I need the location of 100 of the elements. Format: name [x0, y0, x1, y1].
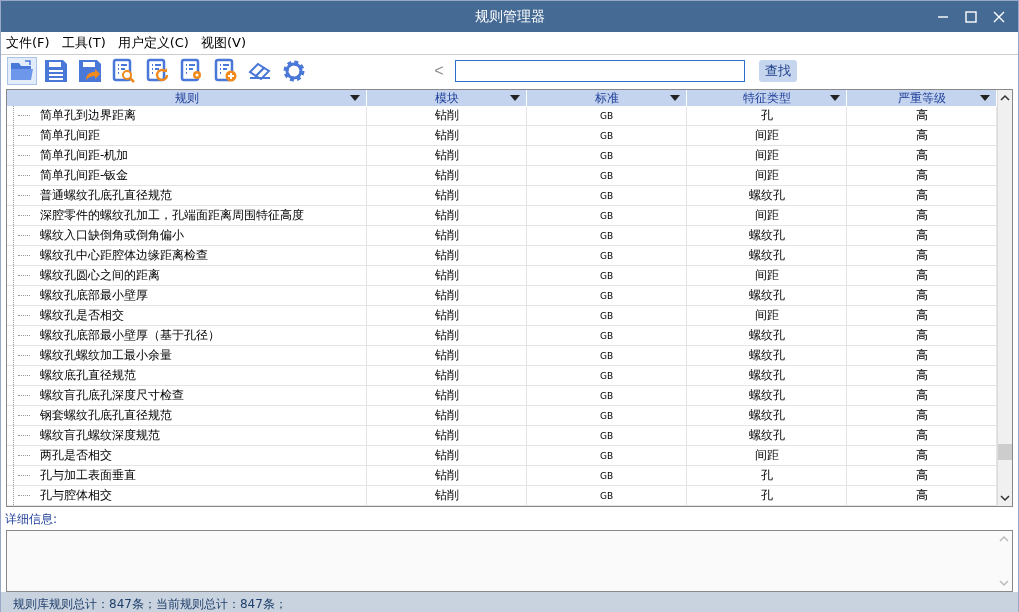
table-cell-text: 简单孔间距-钣金	[39, 167, 129, 184]
search-field[interactable]	[455, 60, 745, 82]
dropdown-arrow-icon[interactable]	[980, 95, 990, 101]
table-cell: 螺纹孔	[687, 366, 847, 385]
table-cell: 钻削	[367, 446, 527, 465]
table-cell-text: 钢套螺纹孔底孔直径规范	[39, 407, 172, 424]
table-cell-text: 孔与腔体相交	[39, 487, 112, 504]
column-header[interactable]: 模块	[367, 90, 527, 107]
table-cell: 钻削	[367, 166, 527, 185]
settings-icon	[281, 58, 307, 84]
table-cell: 孔	[687, 466, 847, 485]
table-cell: GB	[527, 426, 687, 445]
status-text: 规则库规则总计：847条；当前规则总计：847条；	[13, 595, 287, 612]
table-cell: 钻削	[367, 466, 527, 485]
table-cell-text: 简单孔间距	[39, 127, 100, 144]
table-cell: 孔	[687, 486, 847, 505]
table-cell-text: 螺纹底孔直径规范	[39, 367, 136, 384]
back-button[interactable]: <	[429, 62, 449, 80]
details-label: 详细信息:	[4, 511, 59, 528]
table-cell: 间距	[687, 166, 847, 185]
table-cell: 间距	[687, 266, 847, 285]
table-cell-text: 简单孔到边界距离	[39, 107, 136, 124]
window-title: 规则管理器	[474, 7, 545, 26]
table-cell-text: 螺纹入口缺倒角或倒角偏小	[39, 227, 184, 244]
table-cell: 螺纹孔	[687, 326, 847, 345]
table-cell-text: 螺纹盲孔螺纹深度规范	[39, 427, 160, 444]
table-cell: GB	[527, 466, 687, 485]
table-cell: GB	[527, 186, 687, 205]
table-cell: 螺纹孔	[687, 386, 847, 405]
table-cell: 螺纹孔	[687, 186, 847, 205]
table-cell: GB	[527, 386, 687, 405]
scrollbar-thumb[interactable]	[998, 444, 1012, 460]
table-cell: 螺纹孔	[687, 406, 847, 425]
table-cell-text: 深腔零件的螺纹孔加工，孔端面距离周围特征高度	[39, 207, 304, 224]
table-cell: GB	[527, 366, 687, 385]
scroll-up-icon[interactable]	[1000, 93, 1010, 103]
dropdown-arrow-icon[interactable]	[670, 95, 680, 101]
table-cell: GB	[527, 206, 687, 225]
table-cell: GB	[527, 166, 687, 185]
table-cell: 钻削	[367, 366, 527, 385]
table-cell-text: 螺纹孔中心距腔体边缘距离检查	[39, 247, 208, 264]
table-cell: 钻削	[367, 266, 527, 285]
table-cell: GB	[527, 406, 687, 425]
document-add-icon	[213, 58, 239, 84]
table-cell: 螺纹孔	[687, 286, 847, 305]
find-button[interactable]: 查找	[759, 60, 797, 82]
table-cell: GB	[527, 146, 687, 165]
table-cell: 螺纹孔	[687, 226, 847, 245]
document-search-icon	[111, 58, 137, 84]
table-cell: GB	[527, 446, 687, 465]
column-header[interactable]: 规则	[7, 90, 367, 107]
table-cell: 螺纹孔	[687, 426, 847, 445]
table-cell-text: 螺纹孔底部最小壁厚（基于孔径）	[39, 327, 220, 344]
table-cell: 间距	[687, 446, 847, 465]
dropdown-arrow-icon[interactable]	[350, 95, 360, 101]
table-cell-text: 螺纹盲孔底孔深度尺寸检查	[39, 387, 184, 404]
table-cell-text: 两孔是否相交	[39, 447, 112, 464]
table-cell: GB	[527, 326, 687, 345]
menu-item[interactable]: 文件(F)	[5, 34, 51, 52]
table-cell: 钻削	[367, 306, 527, 325]
table-cell-text: 孔与加工表面垂直	[39, 467, 136, 484]
table-cell: 钻削	[367, 186, 527, 205]
table-cell: 钻削	[367, 226, 527, 245]
table-cell-text: 螺纹孔螺纹加工最小余量	[39, 347, 172, 364]
dropdown-arrow-icon[interactable]	[510, 95, 520, 101]
table-cell: 间距	[687, 146, 847, 165]
menu-item[interactable]: 视图(V)	[199, 34, 247, 52]
table-cell-text: 螺纹孔底部最小壁厚	[39, 287, 148, 304]
table-cell: 孔	[687, 106, 847, 125]
table-cell: 钻削	[367, 426, 527, 445]
toolbar-button[interactable]	[7, 57, 37, 85]
table-cell: GB	[527, 226, 687, 245]
table-cell: 钻削	[367, 486, 527, 505]
table-cell: GB	[527, 106, 687, 125]
scroll-down-icon[interactable]	[1000, 493, 1010, 503]
table-cell: 螺纹孔	[687, 346, 847, 365]
table-cell: 钻削	[367, 286, 527, 305]
menu-item[interactable]: 工具(T)	[60, 34, 107, 52]
table-cell: 钻削	[367, 326, 527, 345]
dropdown-arrow-icon[interactable]	[830, 95, 840, 101]
table-cell-text: 螺纹孔是否相交	[39, 307, 124, 324]
table-cell: 钻削	[367, 246, 527, 265]
table-cell: 钻削	[367, 346, 527, 365]
column-header[interactable]: 标准	[527, 90, 687, 107]
table-cell: 螺纹孔	[687, 246, 847, 265]
table-cell: 钻削	[367, 126, 527, 145]
document-refresh-icon	[145, 58, 171, 84]
scrollbar[interactable]	[997, 90, 1012, 506]
menu-item[interactable]: 用户定义(C)	[116, 34, 190, 52]
table-cell: 间距	[687, 206, 847, 225]
table-cell: GB	[527, 306, 687, 325]
table-cell: 间距	[687, 306, 847, 325]
table-cell-text: 普通螺纹孔底孔直径规范	[39, 187, 172, 204]
table-cell: 间距	[687, 126, 847, 145]
table-cell: GB	[527, 246, 687, 265]
table-cell: 钻削	[367, 386, 527, 405]
table-cell: 钻削	[367, 406, 527, 425]
column-header[interactable]: 特征类型	[687, 90, 847, 107]
table-cell: GB	[527, 286, 687, 305]
table-cell: GB	[527, 266, 687, 285]
